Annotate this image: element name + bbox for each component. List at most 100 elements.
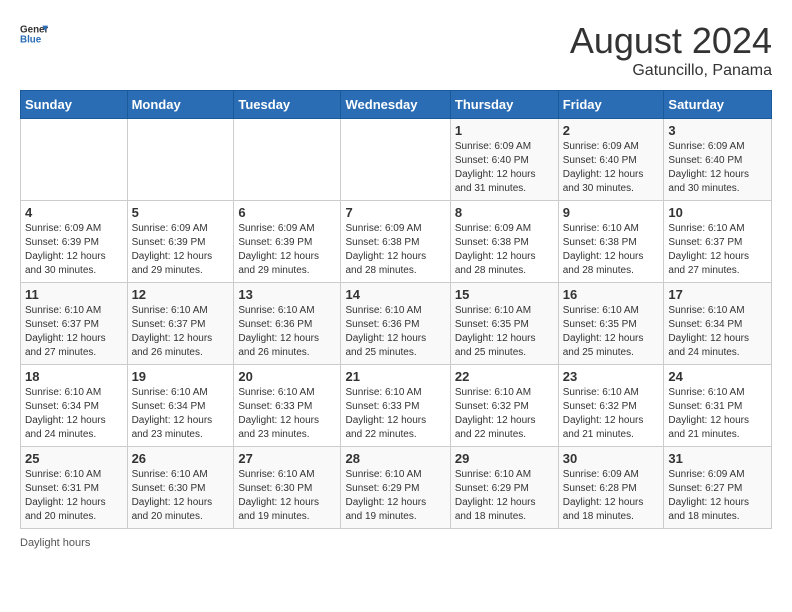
- day-info: Sunrise: 6:10 AM Sunset: 6:33 PM Dayligh…: [238, 386, 336, 442]
- weekday-header-cell: Tuesday: [234, 91, 341, 119]
- day-info: Sunrise: 6:09 AM Sunset: 6:27 PM Dayligh…: [668, 468, 767, 524]
- day-number: 19: [132, 369, 230, 384]
- calendar-cell: 9Sunrise: 6:10 AM Sunset: 6:38 PM Daylig…: [558, 201, 664, 283]
- day-info: Sunrise: 6:10 AM Sunset: 6:29 PM Dayligh…: [345, 468, 445, 524]
- daylight-label: Daylight hours: [20, 537, 90, 549]
- day-info: Sunrise: 6:09 AM Sunset: 6:40 PM Dayligh…: [563, 140, 660, 196]
- calendar-cell: 25Sunrise: 6:10 AM Sunset: 6:31 PM Dayli…: [21, 447, 128, 529]
- weekday-header-row: SundayMondayTuesdayWednesdayThursdayFrid…: [21, 91, 772, 119]
- day-info: Sunrise: 6:10 AM Sunset: 6:31 PM Dayligh…: [25, 468, 123, 524]
- calendar-week-row: 25Sunrise: 6:10 AM Sunset: 6:31 PM Dayli…: [21, 447, 772, 529]
- day-number: 16: [563, 287, 660, 302]
- calendar-cell: 7 Sunrise: 6:09 AM Sunset: 6:38 PM Daylig…: [341, 201, 450, 283]
- calendar-cell: 1 Sunrise: 6:09 AM Sunset: 6:40 PM Daylig…: [450, 119, 558, 201]
- day-info: Sunrise: 6:09 AM Sunset: 6:39 PM Dayligh…: [238, 222, 336, 278]
- day-info: Sunrise: 6:10 AM Sunset: 6:35 PM Dayligh…: [455, 304, 554, 360]
- calendar-cell: 31Sunrise: 6:09 AM Sunset: 6:27 PM Dayli…: [664, 447, 772, 529]
- day-info: Sunrise: 6:10 AM Sunset: 6:34 PM Dayligh…: [132, 386, 230, 442]
- calendar-cell: 20Sunrise: 6:10 AM Sunset: 6:33 PM Dayli…: [234, 365, 341, 447]
- logo: General Blue: [20, 20, 48, 48]
- title-block: August 2024 Gatuncillo, Panama: [570, 20, 772, 80]
- calendar-cell: 11 Sunrise: 6:10 AM Sunset: 6:37 PM Dayli…: [21, 283, 128, 365]
- day-number: 14: [345, 287, 445, 302]
- day-number: 22: [455, 369, 554, 384]
- day-info: Sunrise: 6:09 AM Sunset: 6:38 PM Dayligh…: [455, 222, 554, 278]
- calendar-cell: 5 Sunrise: 6:09 AM Sunset: 6:39 PM Daylig…: [127, 201, 234, 283]
- calendar-cell: 16 Sunrise: 6:10 AM Sunset: 6:35 PM Dayli…: [558, 283, 664, 365]
- day-info: Sunrise: 6:10 AM Sunset: 6:30 PM Dayligh…: [132, 468, 230, 524]
- calendar-cell: 17Sunrise: 6:10 AM Sunset: 6:34 PM Dayli…: [664, 283, 772, 365]
- calendar-body: 1 Sunrise: 6:09 AM Sunset: 6:40 PM Daylig…: [21, 119, 772, 529]
- calendar-cell: 10 Sunrise: 6:10 AM Sunset: 6:37 PM Dayli…: [664, 201, 772, 283]
- day-info: Sunrise: 6:09 AM Sunset: 6:28 PM Dayligh…: [563, 468, 660, 524]
- day-info: Sunrise: 6:09 AM Sunset: 6:39 PM Dayligh…: [132, 222, 230, 278]
- day-number: 30: [563, 451, 660, 466]
- calendar-cell: 27Sunrise: 6:10 AM Sunset: 6:30 PM Dayli…: [234, 447, 341, 529]
- calendar-cell: [341, 119, 450, 201]
- calendar-table: SundayMondayTuesdayWednesdayThursdayFrid…: [20, 90, 772, 529]
- day-info: Sunrise: 6:10 AM Sunset: 6:34 PM Dayligh…: [25, 386, 123, 442]
- calendar-cell: 4 Sunrise: 6:09 AM Sunset: 6:39 PM Daylig…: [21, 201, 128, 283]
- day-info: Sunrise: 6:10 AM Sunset: 6:37 PM Dayligh…: [132, 304, 230, 360]
- day-number: 4: [25, 205, 123, 220]
- calendar-cell: 2 Sunrise: 6:09 AM Sunset: 6:40 PM Daylig…: [558, 119, 664, 201]
- day-number: 15: [455, 287, 554, 302]
- calendar-cell: 8 Sunrise: 6:09 AM Sunset: 6:38 PM Daylig…: [450, 201, 558, 283]
- calendar-cell: 15 Sunrise: 6:10 AM Sunset: 6:35 PM Dayli…: [450, 283, 558, 365]
- calendar-week-row: 1 Sunrise: 6:09 AM Sunset: 6:40 PM Daylig…: [21, 119, 772, 201]
- logo-icon: General Blue: [20, 20, 48, 48]
- day-number: 23: [563, 369, 660, 384]
- page-header: General Blue August 2024 Gatuncillo, Pan…: [20, 20, 772, 80]
- calendar-cell: 29Sunrise: 6:10 AM Sunset: 6:29 PM Dayli…: [450, 447, 558, 529]
- day-number: 7: [345, 205, 445, 220]
- day-info: Sunrise: 6:10 AM Sunset: 6:37 PM Dayligh…: [668, 222, 767, 278]
- calendar-cell: 14Sunrise: 6:10 AM Sunset: 6:36 PM Dayli…: [341, 283, 450, 365]
- weekday-header-cell: Friday: [558, 91, 664, 119]
- calendar-cell: 19 Sunrise: 6:10 AM Sunset: 6:34 PM Dayli…: [127, 365, 234, 447]
- day-number: 11: [25, 287, 123, 302]
- svg-text:Blue: Blue: [20, 34, 42, 45]
- day-number: 5: [132, 205, 230, 220]
- day-info: Sunrise: 6:10 AM Sunset: 6:37 PM Dayligh…: [25, 304, 123, 360]
- day-info: Sunrise: 6:10 AM Sunset: 6:36 PM Dayligh…: [238, 304, 336, 360]
- day-info: Sunrise: 6:10 AM Sunset: 6:35 PM Dayligh…: [563, 304, 660, 360]
- calendar-cell: 24Sunrise: 6:10 AM Sunset: 6:31 PM Dayli…: [664, 365, 772, 447]
- calendar-week-row: 18 Sunrise: 6:10 AM Sunset: 6:34 PM Dayli…: [21, 365, 772, 447]
- day-number: 10: [668, 205, 767, 220]
- calendar-cell: 28 Sunrise: 6:10 AM Sunset: 6:29 PM Dayli…: [341, 447, 450, 529]
- calendar-cell: 23 Sunrise: 6:10 AM Sunset: 6:32 PM Dayli…: [558, 365, 664, 447]
- day-number: 29: [455, 451, 554, 466]
- calendar-cell: 3 Sunrise: 6:09 AM Sunset: 6:40 PM Daylig…: [664, 119, 772, 201]
- day-info: Sunrise: 6:10 AM Sunset: 6:32 PM Dayligh…: [563, 386, 660, 442]
- calendar-cell: 22 Sunrise: 6:10 AM Sunset: 6:32 PM Dayli…: [450, 365, 558, 447]
- calendar-cell: [21, 119, 128, 201]
- calendar-cell: 18 Sunrise: 6:10 AM Sunset: 6:34 PM Dayli…: [21, 365, 128, 447]
- day-number: 27: [238, 451, 336, 466]
- day-number: 1: [455, 123, 554, 138]
- calendar-week-row: 4 Sunrise: 6:09 AM Sunset: 6:39 PM Daylig…: [21, 201, 772, 283]
- calendar-cell: 21Sunrise: 6:10 AM Sunset: 6:33 PM Dayli…: [341, 365, 450, 447]
- day-number: 8: [455, 205, 554, 220]
- day-number: 3: [668, 123, 767, 138]
- day-info: Sunrise: 6:09 AM Sunset: 6:38 PM Dayligh…: [345, 222, 445, 278]
- day-number: 2: [563, 123, 660, 138]
- weekday-header-cell: Monday: [127, 91, 234, 119]
- day-number: 6: [238, 205, 336, 220]
- day-number: 21: [345, 369, 445, 384]
- calendar-cell: 6 Sunrise: 6:09 AM Sunset: 6:39 PM Daylig…: [234, 201, 341, 283]
- calendar-cell: 13Sunrise: 6:10 AM Sunset: 6:36 PM Dayli…: [234, 283, 341, 365]
- calendar-cell: [234, 119, 341, 201]
- day-number: 26: [132, 451, 230, 466]
- day-number: 9: [563, 205, 660, 220]
- day-info: Sunrise: 6:09 AM Sunset: 6:40 PM Dayligh…: [668, 140, 767, 196]
- day-number: 28: [345, 451, 445, 466]
- day-number: 17: [668, 287, 767, 302]
- day-info: Sunrise: 6:10 AM Sunset: 6:32 PM Dayligh…: [455, 386, 554, 442]
- calendar-week-row: 11 Sunrise: 6:10 AM Sunset: 6:37 PM Dayli…: [21, 283, 772, 365]
- day-number: 18: [25, 369, 123, 384]
- day-info: Sunrise: 6:09 AM Sunset: 6:40 PM Dayligh…: [455, 140, 554, 196]
- day-info: Sunrise: 6:10 AM Sunset: 6:31 PM Dayligh…: [668, 386, 767, 442]
- weekday-header-cell: Saturday: [664, 91, 772, 119]
- weekday-header-cell: Wednesday: [341, 91, 450, 119]
- day-info: Sunrise: 6:09 AM Sunset: 6:39 PM Dayligh…: [25, 222, 123, 278]
